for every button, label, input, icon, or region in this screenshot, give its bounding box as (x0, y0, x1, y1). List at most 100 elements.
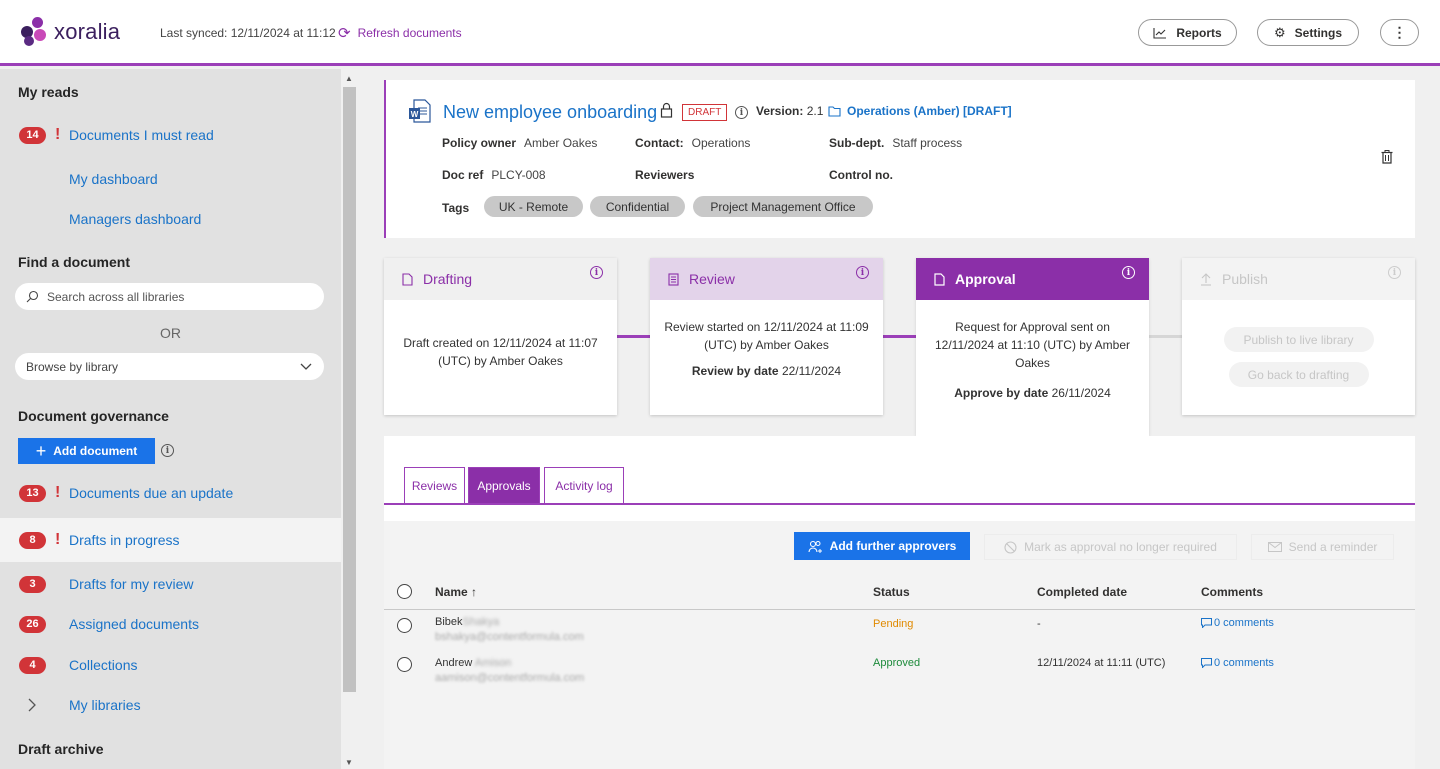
count-badge: 26 (19, 615, 46, 633)
add-document-label: Add document (53, 444, 138, 458)
select-all-radio[interactable] (397, 584, 412, 599)
plus-icon: + (35, 441, 47, 461)
add-document-button[interactable]: + Add document (18, 438, 155, 464)
settings-label: Settings (1294, 25, 1342, 40)
first-name: Andrew (435, 657, 473, 669)
field-label: Doc ref (442, 168, 484, 182)
column-name[interactable]: Name ↑ (435, 585, 477, 599)
count-badge: 13 (19, 484, 46, 502)
sidebar-item-documents-due-update[interactable]: 13 ! Documents due an update (0, 473, 341, 513)
info-icon[interactable]: i (161, 444, 174, 457)
tag-pill: UK - Remote (484, 196, 583, 217)
document-icon (934, 272, 945, 286)
comments-link[interactable]: 0 comments (1201, 657, 1274, 669)
stage-description: Request for Approval sent on 12/11/2024 … (935, 320, 1130, 370)
count-badge: 4 (19, 656, 46, 674)
sidebar-item-label: My libraries (69, 697, 141, 713)
chevron-down-icon (300, 363, 312, 370)
chevron-right-icon (28, 698, 36, 712)
stage-header: Approval i (916, 258, 1149, 300)
connector (1149, 335, 1182, 338)
scroll-up-icon[interactable]: ▲ (345, 74, 353, 83)
last-name: Amison (474, 657, 512, 669)
add-approvers-label: Add further approvers (829, 539, 957, 553)
reminder-label: Send a reminder (1288, 540, 1378, 554)
scroll-down-icon[interactable]: ▼ (345, 758, 353, 767)
stage-title: Drafting (423, 271, 473, 287)
field-label: Contact: (635, 136, 684, 150)
tab-activity-log[interactable]: Activity log (544, 467, 624, 503)
approver-email: aamison@contentformula.com (435, 672, 585, 684)
scroll-thumb[interactable] (343, 87, 356, 692)
field-value: PLCY-008 (491, 168, 546, 182)
review-list-icon (668, 272, 679, 286)
draft-archive-heading: Draft archive (18, 741, 104, 757)
version-value: 2.1 (806, 104, 824, 118)
info-icon: i (1388, 266, 1401, 279)
xoralia-logo[interactable]: xoralia (21, 17, 120, 47)
search-input[interactable]: Search across all libraries (15, 283, 324, 310)
row-select-radio[interactable] (397, 618, 412, 633)
row-select-radio[interactable] (397, 657, 412, 672)
sidebar-item-my-libraries[interactable]: My libraries (0, 685, 341, 725)
review-by-date: Review by date 22/11/2024 (650, 354, 883, 378)
info-icon[interactable]: i (856, 266, 869, 279)
approver-name: BibekShakya (435, 616, 499, 628)
refresh-documents-button[interactable]: ⟳ Refresh documents (338, 24, 462, 42)
stage-drafting: Drafting i Draft created on 12/11/2024 a… (384, 258, 617, 415)
tab-reviews[interactable]: Reviews (404, 467, 465, 503)
mark-not-required-button: Mark as approval no longer required (984, 534, 1237, 560)
stage-review: Review i Review started on 12/11/2024 at… (650, 258, 883, 415)
add-people-icon (808, 540, 822, 553)
refresh-icon: ⟳ (338, 25, 351, 42)
send-reminder-button: Send a reminder (1251, 534, 1394, 560)
sidebar-item-label: Managers dashboard (69, 211, 202, 227)
field-value: Staff process (892, 136, 963, 150)
sidebar-item-drafts-for-review[interactable]: 3 Drafts for my review (0, 564, 341, 604)
sidebar-item-collections[interactable]: 4 Collections (0, 645, 341, 685)
library-label: Operations (Amber) [DRAFT] (847, 104, 1012, 118)
info-icon[interactable]: i (735, 106, 748, 119)
info-icon[interactable]: i (1122, 266, 1135, 279)
more-options-button[interactable]: ⋮ (1380, 19, 1419, 46)
stage-description: Review started on 12/11/2024 at 11:09 (U… (664, 320, 869, 352)
sidebar-item-documents-must-read[interactable]: 14 ! Documents I must read (0, 115, 341, 155)
svg-text:W: W (411, 110, 419, 119)
subdept-field: Sub-dept. Staff process (829, 136, 962, 150)
comments-label: 0 comments (1214, 657, 1274, 669)
add-approvers-button[interactable]: Add further approvers (794, 532, 970, 560)
sidebar-item-label: My dashboard (69, 171, 158, 187)
tab-approvals[interactable]: Approvals (468, 467, 540, 503)
info-icon[interactable]: i (590, 266, 603, 279)
status-text: Approved (873, 657, 921, 669)
sidebar-item-drafts-in-progress[interactable]: 8 ! Drafts in progress (0, 518, 341, 562)
sidebar-item-assigned-documents[interactable]: 26 Assigned documents (0, 604, 341, 644)
reports-button[interactable]: Reports (1138, 19, 1237, 46)
comments-link[interactable]: 0 comments (1201, 617, 1274, 629)
sidebar-item-label: Assigned documents (69, 616, 199, 632)
stage-title: Review (689, 271, 735, 287)
reviewers-field: Reviewers (635, 168, 702, 182)
find-document-heading: Find a document (18, 254, 130, 270)
document-title[interactable]: New employee onboarding (443, 102, 657, 123)
table-row[interactable]: BibekShakya bshakya@contentformula.com P… (384, 616, 1415, 657)
stage-title: Approval (955, 271, 1016, 287)
last-name: Shakya (462, 616, 500, 628)
table-row[interactable]: Andrew Amison aamison@contentformula.com… (384, 657, 1415, 698)
field-value: Amber Oakes (524, 136, 598, 150)
mail-icon (1267, 542, 1282, 552)
completed-date: 12/11/2024 at 11:11 (UTC) (1037, 657, 1166, 669)
library-link[interactable]: Operations (Amber) [DRAFT] (828, 104, 1012, 118)
stage-title: Publish (1222, 271, 1268, 287)
delete-icon[interactable] (1381, 150, 1393, 164)
sidebar-item-my-dashboard[interactable]: My dashboard (0, 159, 341, 199)
approvals-panel: Reviews Approvals Activity log Add furth… (384, 436, 1415, 769)
logo-text: xoralia (54, 19, 121, 44)
sidebar-item-managers-dashboard[interactable]: Managers dashboard (0, 199, 341, 239)
sidebar-item-label: Drafts for my review (69, 576, 194, 592)
browse-library-dropdown[interactable]: Browse by library (15, 353, 324, 380)
first-name: Bibek (435, 616, 463, 628)
connector (883, 335, 916, 338)
settings-button[interactable]: ⚙ Settings (1257, 19, 1359, 46)
sidebar-scrollbar[interactable]: ▲ ▼ (341, 69, 358, 769)
